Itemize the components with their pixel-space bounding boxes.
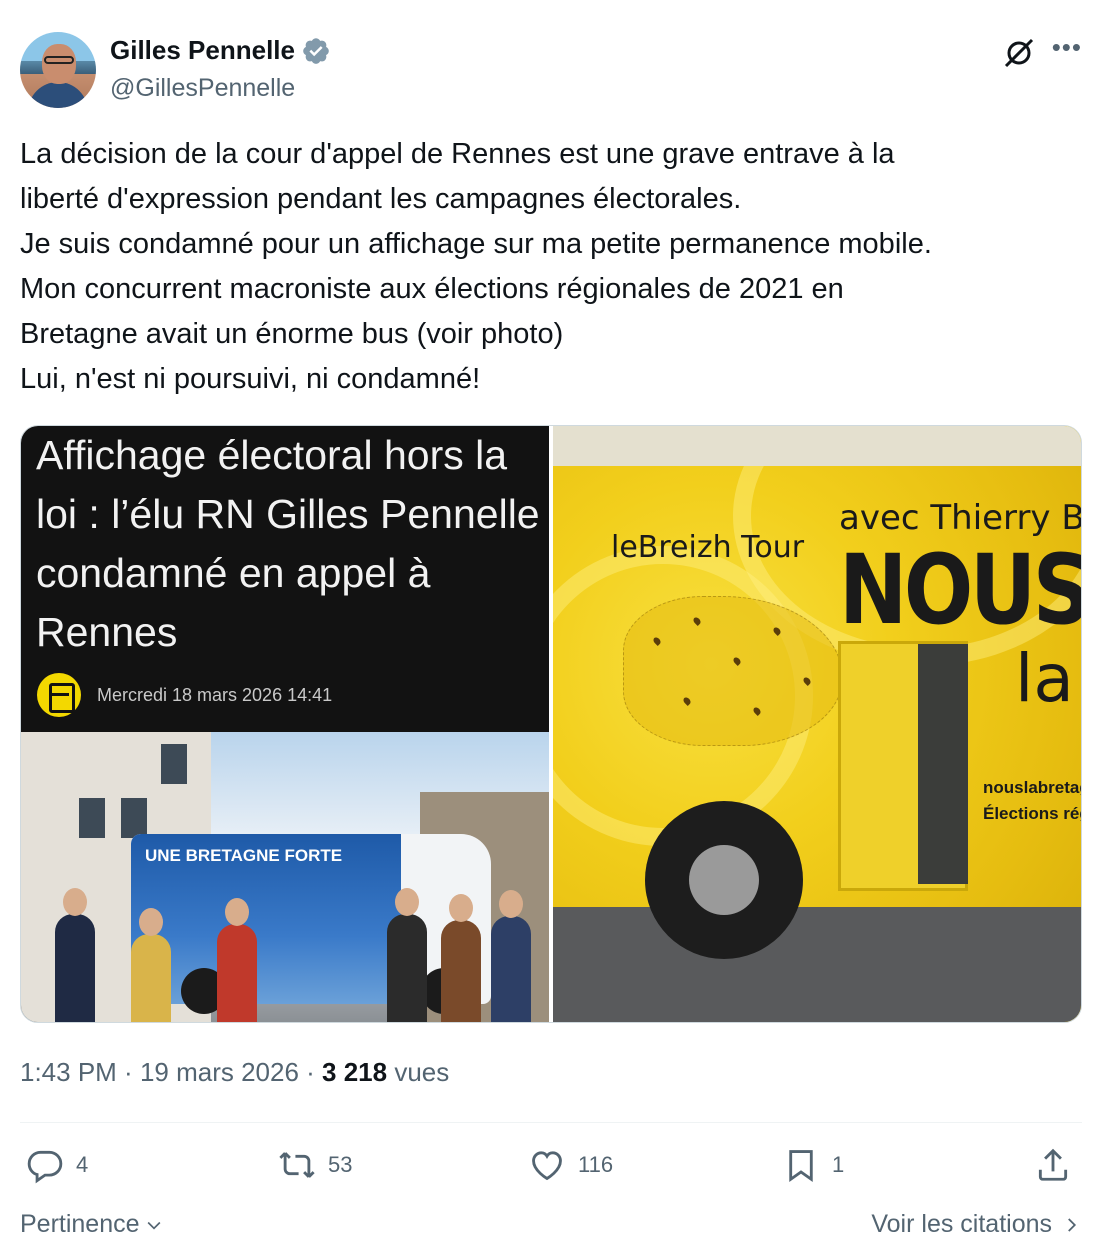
person-head bbox=[499, 890, 523, 918]
bus-ground bbox=[553, 907, 1081, 1022]
person-head bbox=[395, 888, 419, 916]
header-actions: ••• bbox=[1002, 34, 1082, 70]
bus-wheel bbox=[645, 801, 803, 959]
tweet-line: Bretagne avait un énorme bus (voir photo… bbox=[20, 318, 564, 350]
repost-icon bbox=[279, 1152, 315, 1178]
bus-la-text: la bbox=[1015, 640, 1074, 717]
tweet-meta: 1:43 PM · 19 mars 2026 · 3 218 vues bbox=[20, 1057, 449, 1088]
grok-icon[interactable] bbox=[1002, 36, 1036, 70]
map-pin bbox=[732, 656, 742, 666]
repost-button[interactable]: 53 bbox=[278, 1146, 352, 1184]
bus-nous-text: NOUS bbox=[839, 534, 1081, 646]
photo-van: UNE BRETAGNE FORTE bbox=[131, 834, 491, 1014]
view-quotes-label: Voir les citations bbox=[871, 1210, 1052, 1238]
meta-separator: · bbox=[116, 1057, 140, 1087]
photo-person bbox=[441, 894, 481, 1022]
tweet-line: Mon concurrent macroniste aux élections … bbox=[20, 273, 844, 305]
share-button[interactable] bbox=[1034, 1146, 1072, 1184]
share-icon bbox=[1038, 1148, 1068, 1181]
article-headline: Affichage électoral hors la loi : l’élu … bbox=[36, 426, 549, 662]
avatar[interactable] bbox=[20, 32, 96, 108]
map-pin bbox=[652, 636, 662, 646]
person-head bbox=[139, 908, 163, 936]
headline-line: loi : l’élu RN Gilles Pennelle bbox=[36, 491, 540, 537]
map-pin bbox=[802, 676, 812, 686]
avatar-face bbox=[42, 44, 76, 84]
bus-roof bbox=[553, 426, 1081, 466]
heart-icon bbox=[532, 1151, 562, 1181]
bookmark-count: 1 bbox=[832, 1152, 845, 1177]
photo-window bbox=[121, 798, 147, 838]
like-button[interactable]: 116 bbox=[528, 1146, 613, 1184]
repost-count: 53 bbox=[328, 1152, 353, 1177]
person-head bbox=[63, 888, 87, 916]
person-head bbox=[225, 898, 249, 926]
van-title: UNE BRETAGNE FORTE bbox=[145, 846, 343, 865]
bus-elections-text: Élections régi bbox=[983, 804, 1081, 823]
media-image-article[interactable]: Affichage électoral hors la loi : l’élu … bbox=[21, 426, 549, 1022]
sort-label: Pertinence bbox=[20, 1210, 140, 1238]
photo-window bbox=[79, 798, 105, 838]
tweet-media: Affichage électoral hors la loi : l’élu … bbox=[20, 425, 1082, 1023]
tweet-line: La décision de la cour d'appel de Rennes… bbox=[20, 138, 895, 170]
reply-button[interactable]: 4 bbox=[26, 1146, 88, 1184]
photo-person bbox=[55, 888, 95, 1022]
photo-person bbox=[491, 890, 531, 1022]
map-pin bbox=[692, 616, 702, 626]
reply-icon bbox=[27, 1150, 63, 1184]
chevron-right-icon bbox=[1068, 1217, 1077, 1232]
views-label: vues bbox=[387, 1057, 450, 1087]
sort-dropdown[interactable]: Pertinence bbox=[20, 1210, 164, 1239]
tweet-line: Lui, n'est ni poursuivi, ni condamné! bbox=[20, 363, 481, 395]
van-banner: UNE BRETAGNE FORTE bbox=[131, 834, 401, 1004]
tweet-line: liberté d'expression pendant les campagn… bbox=[20, 183, 742, 215]
like-count: 116 bbox=[578, 1152, 614, 1177]
media-image-bus[interactable]: leBreizh Tour avec Thierry Bu NOUS la no… bbox=[553, 426, 1081, 1022]
source-logo-icon bbox=[37, 673, 81, 717]
headline-line: Rennes bbox=[36, 609, 178, 655]
photo-person bbox=[131, 908, 171, 1022]
view-quotes-link[interactable]: Voir les citations bbox=[871, 1210, 1080, 1239]
headline-line: condamné en appel à bbox=[36, 550, 431, 596]
bookmark-icon bbox=[789, 1150, 813, 1183]
article-date: Mercredi 18 mars 2026 14:41 bbox=[97, 684, 333, 705]
map-pin bbox=[772, 626, 782, 636]
verified-badge-icon[interactable] bbox=[301, 36, 331, 66]
chevron-down-icon bbox=[147, 1221, 160, 1230]
photo-window bbox=[161, 744, 187, 784]
bus-logo: leBreizh Tour bbox=[611, 530, 805, 565]
display-name[interactable]: Gilles Pennelle bbox=[110, 35, 295, 66]
map-pin bbox=[752, 706, 762, 716]
tweet-date[interactable]: 19 mars 2026 bbox=[140, 1057, 299, 1087]
handle[interactable]: @GillesPennelle bbox=[110, 74, 295, 103]
tweet-line: Je suis condamné pour un affichage sur m… bbox=[20, 228, 932, 260]
action-bar: 4 53 116 1 bbox=[20, 1146, 1082, 1190]
article-source-row: Mercredi 18 mars 2026 14:41 bbox=[37, 673, 332, 717]
meta-separator: · bbox=[298, 1057, 323, 1087]
photo-person bbox=[387, 888, 427, 1022]
headline-line: Affichage électoral hors la bbox=[36, 432, 508, 478]
reply-count: 4 bbox=[76, 1152, 89, 1177]
more-options-icon[interactable]: ••• bbox=[1052, 34, 1082, 69]
bus-url-text: nouslabretag bbox=[983, 778, 1081, 797]
tweet-header: Gilles Pennelle @GillesPennelle ••• bbox=[20, 30, 1082, 110]
photo-person bbox=[217, 898, 257, 1022]
bus-avec-text: avec Thierry Bu bbox=[839, 498, 1081, 538]
tweet-text: La décision de la cour d'appel de Rennes… bbox=[20, 132, 1080, 402]
name-row: Gilles Pennelle bbox=[110, 35, 331, 66]
bus-door-glass bbox=[918, 644, 968, 884]
map-pin bbox=[682, 696, 692, 706]
avatar-glasses bbox=[44, 56, 74, 64]
tweet-time[interactable]: 1:43 PM bbox=[20, 1057, 117, 1087]
bookmark-button[interactable]: 1 bbox=[782, 1146, 844, 1184]
person-head bbox=[449, 894, 473, 922]
article-photo: UNE BRETAGNE FORTE bbox=[21, 732, 549, 1022]
divider bbox=[20, 1122, 1082, 1123]
views-count: 3 218 bbox=[322, 1057, 388, 1087]
avatar-shirt bbox=[28, 82, 88, 108]
